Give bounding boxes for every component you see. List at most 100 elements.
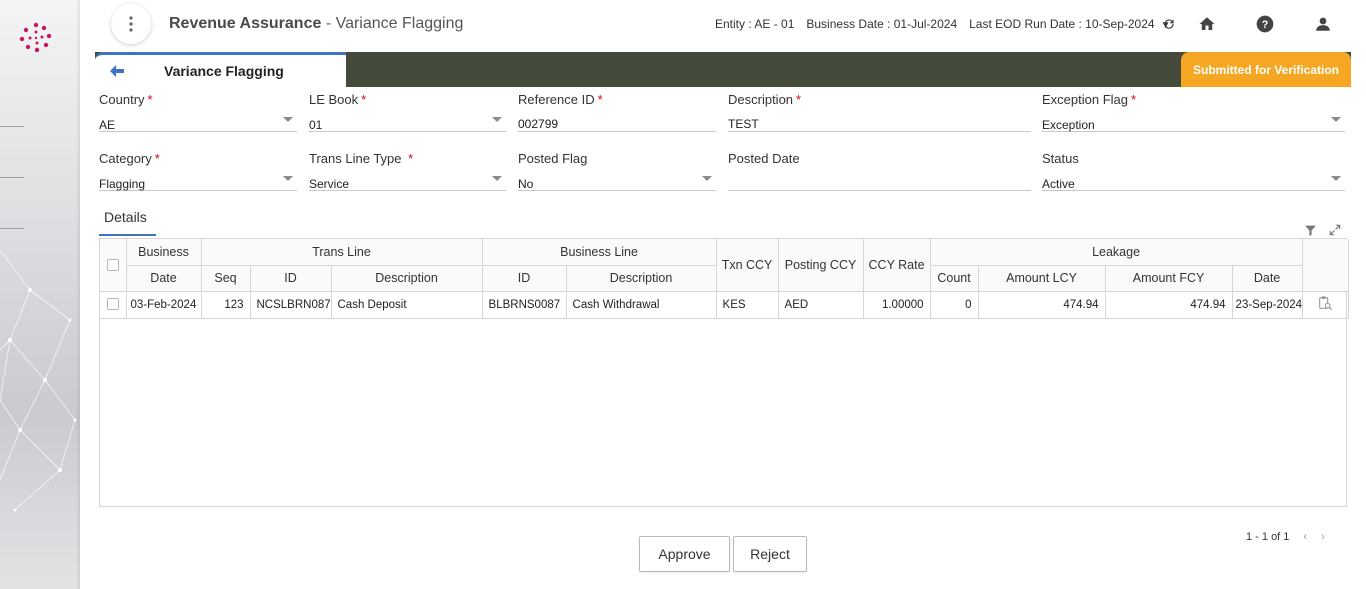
- filter-icon[interactable]: [1302, 222, 1318, 238]
- seq-header: Seq: [201, 265, 251, 292]
- reject-button[interactable]: Reject: [733, 536, 807, 572]
- leak-date-header: Date: [1232, 265, 1303, 292]
- dropdown-arrow-icon[interactable]: [1331, 117, 1341, 122]
- leakage-header: Leakage: [930, 239, 1303, 266]
- select-all-header: [100, 239, 127, 292]
- sidebar-divider: [0, 126, 24, 127]
- bl-description-header: Description: [566, 265, 717, 292]
- posted-flag-label: Posted Flag: [518, 151, 588, 166]
- tab-strip: Variance Flagging Submitted for Verifica…: [95, 52, 1351, 87]
- home-icon[interactable]: [1196, 13, 1218, 35]
- app-logo[interactable]: [16, 20, 56, 56]
- posting-ccy-header: Posting CCY: [778, 239, 864, 292]
- posted-flag-value: No: [518, 177, 534, 191]
- approve-button[interactable]: Approve: [639, 536, 730, 572]
- screen-title: Variance Flagging: [335, 15, 464, 32]
- dropdown-arrow-icon[interactable]: [492, 117, 502, 122]
- user-icon[interactable]: [1312, 13, 1334, 35]
- select-all-checkbox[interactable]: [106, 259, 119, 272]
- sidebar-divider: [0, 177, 24, 178]
- ccy-rate-header: CCY Rate: [863, 239, 931, 292]
- status-label: Status: [1042, 151, 1079, 166]
- row-select-cell: [100, 291, 127, 319]
- trans-id-cell: NCSLBRN087: [250, 291, 332, 319]
- dropdown-arrow-icon[interactable]: [283, 176, 293, 181]
- amount-fcy-header: Amount FCY: [1105, 265, 1233, 292]
- dropdown-arrow-icon[interactable]: [1331, 176, 1341, 181]
- bl-id-cell: BLBRNS0087: [482, 291, 567, 319]
- refresh-icon[interactable]: [1158, 13, 1180, 35]
- business-date-label: Business Date : 01-Jul-2024: [806, 17, 958, 31]
- le-book-label: LE Book *: [309, 92, 367, 107]
- country-field[interactable]: Country * AE: [99, 88, 297, 132]
- more-vert-icon[interactable]: [111, 4, 151, 44]
- trans-line-header: Trans Line: [201, 239, 483, 266]
- amount-lcy-cell: 474.94: [978, 291, 1106, 319]
- bl-id-header: ID: [482, 265, 567, 292]
- exception-flag-field[interactable]: Exception Flag * Exception: [1042, 88, 1345, 132]
- seq-cell: 123: [201, 291, 251, 319]
- dropdown-arrow-icon[interactable]: [492, 176, 502, 181]
- status-badge: Submitted for Verification: [1181, 52, 1351, 87]
- status-field[interactable]: Status Active: [1042, 147, 1345, 191]
- app-title: Revenue Assurance: [169, 15, 322, 32]
- title-separator: -: [321, 15, 336, 32]
- category-value: Flagging: [99, 177, 146, 191]
- tab-details[interactable]: Details: [99, 207, 156, 236]
- ccy-rate-cell: 1.00000: [863, 291, 931, 319]
- prev-page-icon[interactable]: ‹: [1303, 531, 1307, 543]
- pagination-label: 1 - 1 of 1: [1246, 531, 1290, 543]
- posted-flag-field[interactable]: Posted Flag No: [518, 147, 716, 191]
- network-background-graphic: [0, 249, 77, 512]
- reference-id-label: Reference ID *: [518, 92, 603, 107]
- row-action-cell: [1302, 291, 1349, 319]
- posted-date-field[interactable]: Posted Date: [728, 147, 1031, 191]
- tab-variance-flagging[interactable]: Variance Flagging: [95, 52, 346, 87]
- category-field[interactable]: Category * Flagging: [99, 147, 297, 191]
- business-header: Business: [126, 239, 202, 266]
- trans-line-type-value: Service: [309, 177, 350, 191]
- sidebar-divider: [0, 228, 24, 229]
- sidebar: [0, 0, 80, 589]
- description-label: Description *: [728, 92, 802, 107]
- amount-lcy-header: Amount LCY: [978, 265, 1106, 292]
- row-checkbox[interactable]: [106, 298, 119, 311]
- reference-id-value: 002799: [518, 117, 559, 131]
- count-header: Count: [930, 265, 979, 292]
- reference-id-field[interactable]: Reference ID * 002799: [518, 88, 716, 132]
- exception-flag-value: Exception: [1042, 118, 1095, 132]
- table-row[interactable]: 03-Feb-2024 123 NCSLBRN087 Cash Deposit …: [100, 291, 1349, 319]
- next-page-icon[interactable]: ›: [1321, 531, 1325, 543]
- page-title: Revenue Assurance - Variance Flagging: [169, 15, 463, 33]
- le-book-value: 01: [309, 118, 323, 132]
- trans-id-header: ID: [250, 265, 332, 292]
- bl-description-cell: Cash Withdrawal: [566, 291, 717, 319]
- svg-text:?: ?: [1262, 19, 1269, 31]
- last-eod-label: Last EOD Run Date : 10-Sep-2024: [969, 17, 1155, 31]
- details-tab-label: Details: [104, 209, 147, 225]
- trans-line-type-field[interactable]: Trans Line Type * Service: [309, 147, 506, 191]
- dropdown-arrow-icon[interactable]: [283, 117, 293, 122]
- back-arrow-icon[interactable]: [110, 64, 124, 80]
- expand-icon[interactable]: [1327, 222, 1343, 238]
- last-eod-dropdown[interactable]: Last EOD Run Date : 10-Sep-2024▼: [969, 17, 1170, 31]
- context-info: Entity : AE - 01 Business Date : 01-Jul-…: [715, 17, 1170, 31]
- details-table: Business Trans Line Business Line Txn CC…: [100, 239, 1349, 319]
- dropdown-arrow-icon[interactable]: [702, 176, 712, 181]
- leak-date-cell: 23-Sep-2024: [1232, 291, 1303, 319]
- le-book-field[interactable]: LE Book * 01: [309, 88, 506, 132]
- help-icon[interactable]: ?: [1254, 13, 1276, 35]
- posting-ccy-cell: AED: [778, 291, 864, 319]
- trans-description-header: Description: [331, 265, 483, 292]
- description-field[interactable]: Description * TEST: [728, 88, 1031, 132]
- category-label: Category *: [99, 151, 160, 166]
- exception-flag-label: Exception Flag *: [1042, 92, 1137, 107]
- business-date-cell: 03-Feb-2024: [126, 291, 202, 319]
- txn-ccy-header: Txn CCY: [716, 239, 779, 292]
- country-value: AE: [99, 118, 116, 132]
- trans-description-cell: Cash Deposit: [331, 291, 483, 319]
- business-date-header: Date: [126, 265, 202, 292]
- clipboard-search-icon[interactable]: [1317, 296, 1333, 314]
- description-value: TEST: [728, 117, 759, 131]
- txn-ccy-cell: KES: [716, 291, 779, 319]
